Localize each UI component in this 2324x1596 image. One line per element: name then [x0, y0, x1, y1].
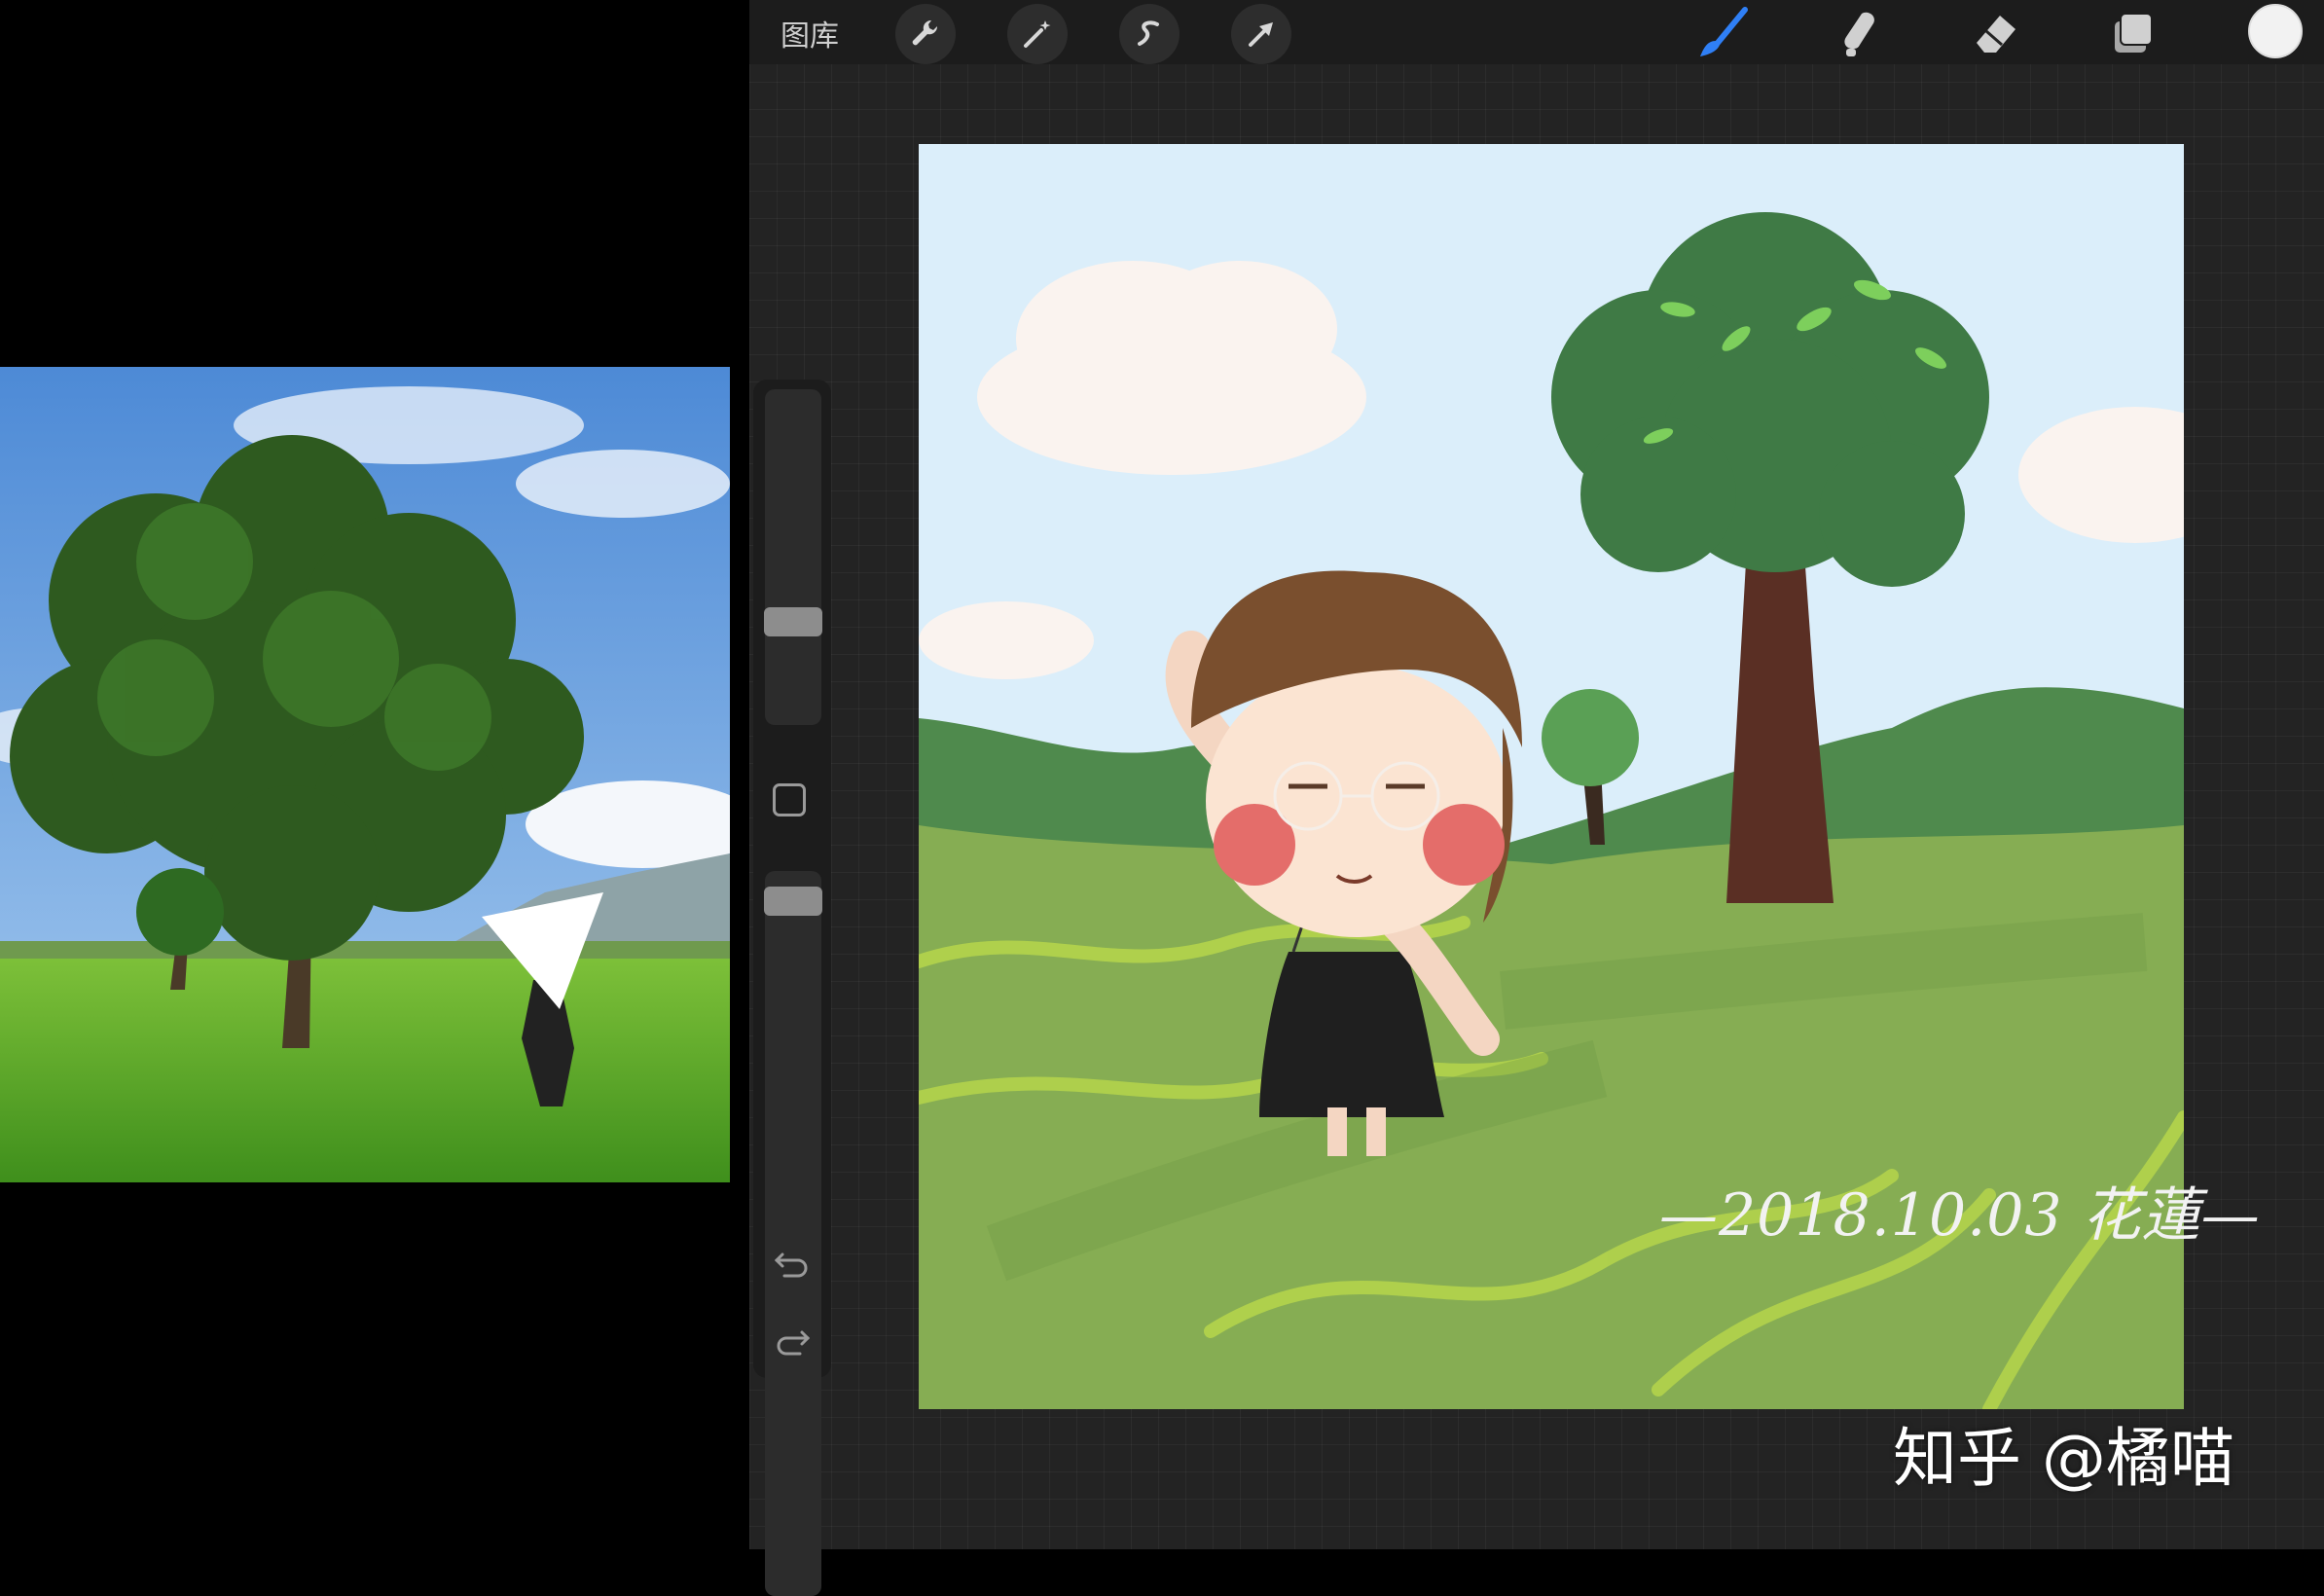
brush-size-thumb[interactable]: [764, 607, 822, 636]
eraser-icon: [1977, 16, 2015, 53]
brush-opacity-slider[interactable]: [764, 871, 822, 1596]
brush-tool-button[interactable]: [1693, 4, 1754, 62]
brush-size-slider[interactable]: [764, 389, 822, 725]
undo-button[interactable]: [771, 1241, 814, 1284]
layers-icon: [2115, 13, 2153, 53]
redo-button[interactable]: [771, 1319, 814, 1361]
layers-button[interactable]: [2102, 4, 2162, 62]
smudge-icon: [1844, 12, 1874, 56]
reference-pane: [0, 0, 749, 1549]
wrench-icon: [912, 19, 938, 46]
arrow-transform-icon: [1249, 22, 1273, 47]
gallery-button[interactable]: 图库: [781, 12, 839, 54]
redo-icon: [777, 1330, 811, 1356]
brush-opacity-thumb[interactable]: [764, 887, 822, 916]
top-toolbar: 图库: [749, 0, 2324, 64]
actions-button[interactable]: [895, 4, 956, 64]
brush-icon: [1700, 7, 1748, 56]
smudge-tool-button[interactable]: [1830, 4, 1890, 62]
magic-wand-icon: [1024, 20, 1051, 48]
drawing-app: 图库 —2018.10.03 花蓮—: [749, 0, 2324, 1596]
adjustments-button[interactable]: [1007, 4, 1068, 64]
modify-button[interactable]: [773, 783, 806, 816]
eraser-tool-button[interactable]: [1966, 4, 2026, 62]
left-sidebar: [753, 380, 831, 1596]
selection-s-icon: [1138, 20, 1159, 46]
reference-photo: [0, 367, 730, 1182]
artwork-signature: —2018.10.03 花蓮—: [1659, 1181, 2261, 1250]
undo-icon: [774, 1252, 808, 1278]
color-picker-button[interactable]: [2248, 4, 2303, 58]
transform-button[interactable]: [1231, 4, 1291, 64]
selection-button[interactable]: [1119, 4, 1180, 64]
watermark: 知乎 @橘喵: [1893, 1421, 2234, 1496]
